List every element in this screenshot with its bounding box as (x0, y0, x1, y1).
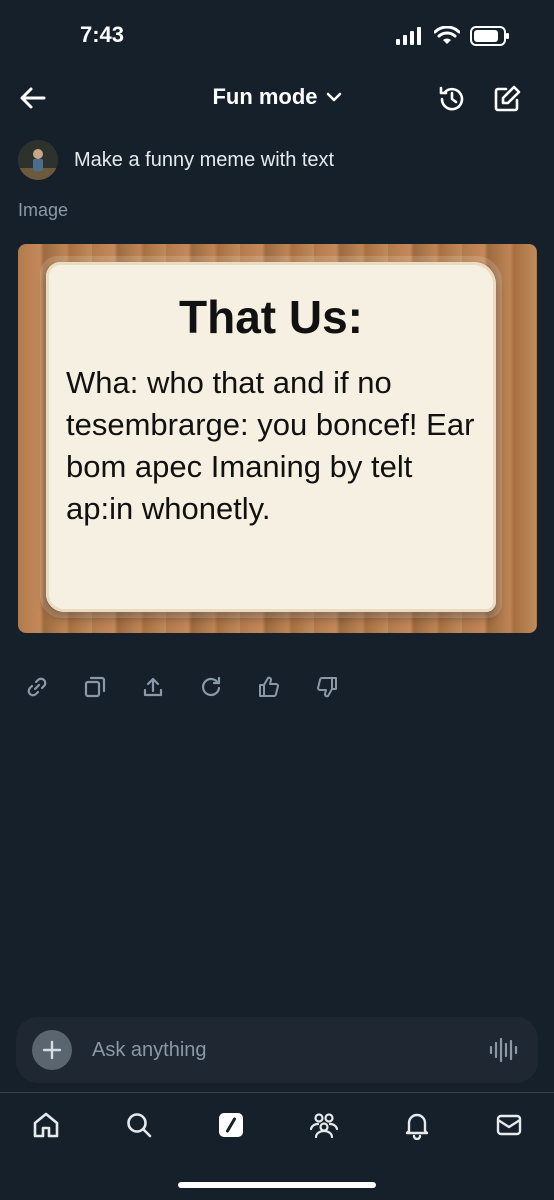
battery-icon (470, 26, 509, 46)
prompt-text: Make a funny meme with text (74, 148, 335, 171)
new-chat-icon (494, 85, 521, 112)
home-icon (33, 1112, 59, 1138)
cellular-signal-icon (396, 27, 421, 45)
voice-waveform-icon (489, 1037, 518, 1063)
plus-icon (42, 1040, 62, 1060)
communities-icon (309, 1113, 339, 1139)
tab-grok[interactable] (214, 1108, 248, 1142)
home-indicator (178, 1182, 376, 1188)
chevron-down-icon (326, 92, 341, 102)
search-icon (127, 1113, 152, 1138)
image-label: Image (18, 200, 69, 220)
thumbs-up-icon (259, 676, 279, 697)
history-button[interactable] (437, 84, 467, 114)
tab-communities[interactable] (307, 1108, 341, 1142)
wifi-icon (434, 26, 460, 44)
ask-input[interactable] (92, 1033, 452, 1067)
copy-icon (84, 676, 106, 698)
share-button[interactable] (140, 674, 166, 700)
mode-selector-wrap: Fun mode (0, 84, 554, 110)
share-icon (143, 677, 163, 697)
tabbar-divider (0, 1092, 554, 1093)
link-button[interactable] (24, 674, 50, 700)
user-prompt-row: Make a funny meme with text (18, 140, 334, 180)
meme-title: That Us: (179, 291, 363, 343)
bottom-tab-bar (0, 1104, 554, 1154)
regenerate-button[interactable] (198, 674, 224, 700)
messages-icon (496, 1114, 522, 1136)
generated-image[interactable]: That Us: Wha: who that and if no tesembr… (18, 244, 537, 633)
attach-button[interactable] (32, 1030, 72, 1070)
regenerate-icon (201, 676, 221, 697)
tab-search[interactable] (122, 1108, 156, 1142)
link-icon (27, 677, 47, 697)
avatar-image (18, 140, 58, 180)
tab-messages[interactable] (492, 1108, 526, 1142)
history-icon (439, 86, 464, 111)
status-bar: 7:43 (0, 0, 554, 70)
copy-button[interactable] (82, 674, 108, 700)
meme-body-text: Wha: who that and if no tesembrarge: you… (66, 365, 475, 526)
mode-selector[interactable]: Fun mode (212, 84, 341, 110)
like-button[interactable] (256, 674, 282, 700)
voice-button[interactable] (488, 1037, 518, 1063)
dislike-button[interactable] (314, 674, 340, 700)
tab-home[interactable] (29, 1108, 63, 1142)
thumbs-down-icon (317, 677, 337, 698)
response-actions (24, 674, 340, 700)
status-time: 7:43 (80, 22, 125, 47)
composer (16, 1017, 538, 1083)
notifications-icon (405, 1113, 429, 1140)
tab-notifications[interactable] (400, 1108, 434, 1142)
header: Fun mode (0, 70, 554, 126)
status-icons (396, 26, 510, 46)
meme-paper: That Us: Wha: who that and if no tesembr… (40, 256, 502, 618)
avatar (18, 140, 58, 180)
new-chat-button[interactable] (492, 84, 522, 114)
page-title: Fun mode (212, 84, 318, 109)
grok-icon (219, 1113, 243, 1137)
